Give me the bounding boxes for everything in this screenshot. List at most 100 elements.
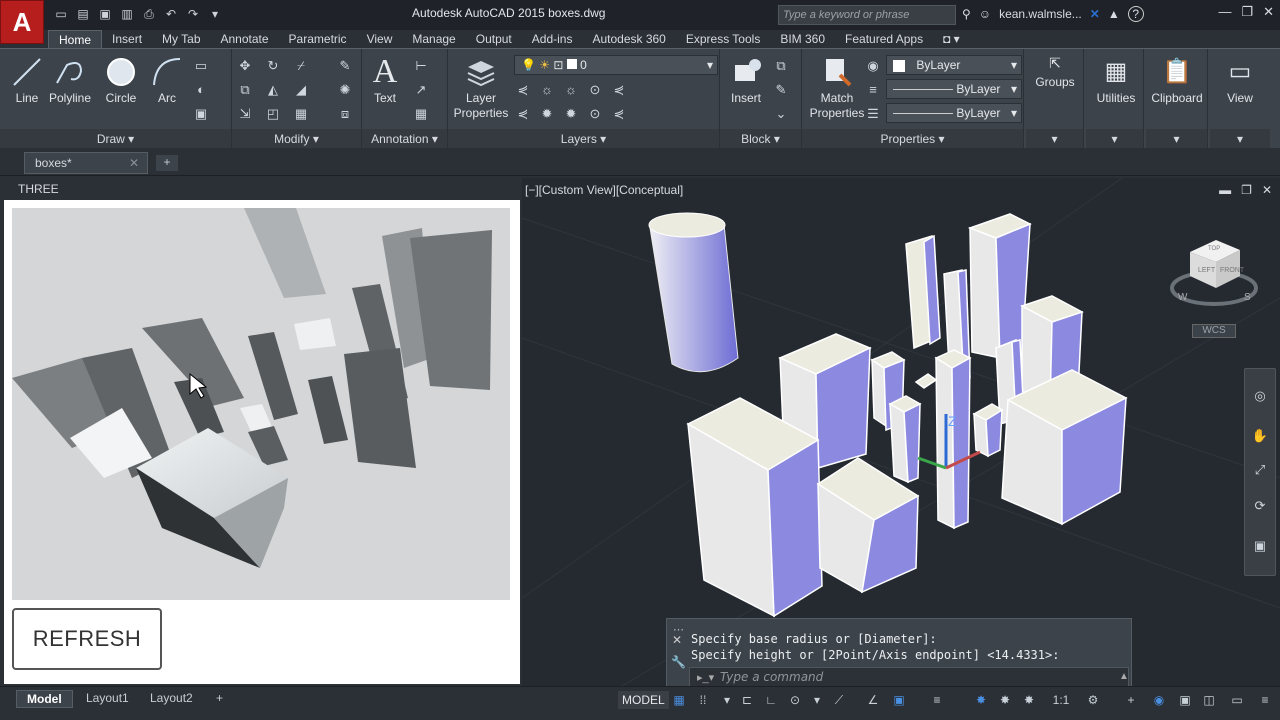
color-dropdown[interactable]: ByLayer ▾ <box>886 55 1022 75</box>
model-space-button[interactable]: MODEL <box>618 691 669 709</box>
drawing-viewport[interactable]: Z LEFT FRONT TOP W S [−][Custom View][Co… <box>522 178 1280 686</box>
match-properties-button[interactable]: Match Properties <box>806 55 868 121</box>
annotation-scale[interactable]: 1:1 <box>1046 691 1076 709</box>
tab-express-tools[interactable]: Express Tools <box>676 30 770 48</box>
mirror-icon[interactable]: ◭ <box>264 81 282 99</box>
close-icon[interactable]: ✕ <box>672 633 682 647</box>
isolate-objects-icon[interactable]: ◉ <box>1150 691 1168 709</box>
layers-panel-title[interactable]: Layers ▾ <box>448 129 719 149</box>
orbit-icon[interactable]: ⟳ <box>1251 497 1269 515</box>
circle-button[interactable]: Circle <box>102 55 140 105</box>
layer-thaw-icon[interactable]: ✹ <box>538 105 556 123</box>
box-solids[interactable] <box>686 213 1128 618</box>
groups-expand[interactable]: ▾ <box>1026 129 1083 149</box>
app-menu-button[interactable]: A <box>0 0 44 44</box>
tab-model[interactable]: Model <box>16 690 73 708</box>
polar-icon[interactable]: ⊙ <box>786 691 804 709</box>
hatch-icon[interactable]: ◐ <box>192 81 210 99</box>
scale-icon[interactable]: ◰ <box>264 105 282 123</box>
customize-menu-icon[interactable]: ≡ <box>1256 691 1274 709</box>
wcs-menu[interactable]: WCS <box>1192 324 1236 338</box>
pan-hand-icon[interactable]: ✋ <box>1251 427 1269 445</box>
save-as-icon[interactable]: ▥ <box>118 5 136 23</box>
modify-panel-title[interactable]: Modify ▾ <box>232 129 361 149</box>
tab-layout1[interactable]: Layout1 <box>76 690 139 708</box>
clipboard-button[interactable]: 📋 Clipboard <box>1148 55 1206 105</box>
tab-layout2[interactable]: Layout2 <box>140 690 203 708</box>
annotation-visibility-icon[interactable]: ✸ <box>972 691 990 709</box>
tab-insert[interactable]: Insert <box>102 30 152 48</box>
linetype-icon[interactable]: ☰ <box>864 105 882 123</box>
annotation-panel-title[interactable]: Annotation ▾ <box>362 129 447 149</box>
tab-output[interactable]: Output <box>466 30 522 48</box>
layer-walk-icon[interactable]: ⋞ <box>514 105 532 123</box>
cylinder-solid[interactable] <box>648 212 739 373</box>
layer-off-icon[interactable]: ☼ <box>562 81 580 99</box>
view-button[interactable]: ▭ View <box>1214 55 1266 105</box>
tab-bim-360[interactable]: BIM 360 <box>770 30 835 48</box>
refresh-button[interactable]: REFRESH <box>12 608 162 670</box>
draw-panel-title[interactable]: Draw ▾ <box>0 129 231 149</box>
close-icon[interactable]: ✕ <box>1262 183 1272 197</box>
polyline-button[interactable]: Polyline <box>48 55 92 105</box>
create-block-icon[interactable]: ⧉ <box>772 57 790 75</box>
snap-icon[interactable]: ⁞⁞ <box>694 691 712 709</box>
binoculars-icon[interactable]: ⚲ <box>962 7 971 21</box>
exchange-icon[interactable]: ✕ <box>1090 7 1100 21</box>
zoom-extents-icon[interactable]: ⤢ <box>1251 461 1269 479</box>
customize-dropdown-icon[interactable]: ▾ <box>206 5 224 23</box>
customize-wrench-icon[interactable]: 🔧 <box>671 655 686 669</box>
leader-icon[interactable]: ↗ <box>412 81 430 99</box>
tab-boxes-dwg[interactable]: boxes* ✕ <box>24 152 148 174</box>
utilities-expand[interactable]: ▾ <box>1086 129 1143 149</box>
explode-icon[interactable]: ✺ <box>336 81 354 99</box>
tab-autodesk-360[interactable]: Autodesk 360 <box>582 30 675 48</box>
copy-icon[interactable]: ⧉ <box>236 81 254 99</box>
insert-button[interactable]: Insert <box>724 55 768 105</box>
groups-button[interactable]: ⇱ Groups <box>1030 55 1080 89</box>
triangle-icon[interactable]: ▲ <box>1108 7 1120 21</box>
properties-panel-title[interactable]: Properties ▾ <box>802 129 1023 149</box>
autoscale-icon[interactable]: ✸ <box>996 691 1014 709</box>
utilities-button[interactable]: ▦ Utilities <box>1088 55 1144 105</box>
rectangle-icon[interactable]: ▭ <box>192 57 210 75</box>
ribbon-minimize-icon[interactable]: ◘ ▾ <box>933 30 970 48</box>
dynamic-ucs-icon[interactable]: ▣ <box>890 691 908 709</box>
text-button[interactable]: A Text <box>368 55 402 106</box>
otrack-icon[interactable]: ∠ <box>864 691 882 709</box>
arc-button[interactable]: Arc <box>150 55 184 105</box>
erase-icon[interactable]: ✎ <box>336 57 354 75</box>
dimension-icon[interactable]: ⊢ <box>412 57 430 75</box>
color-wheel-icon[interactable]: ◉ <box>864 57 882 75</box>
search-input[interactable]: Type a keyword or phrase <box>778 5 956 25</box>
viewport-label[interactable]: [−][Custom View][Conceptual] <box>525 183 683 197</box>
annotation-scale-icon[interactable]: ✸ <box>1020 691 1038 709</box>
tab-view[interactable]: View <box>357 30 403 48</box>
layer-freeze-icon[interactable]: ☼ <box>538 81 556 99</box>
new-tab-button[interactable]: + <box>156 155 178 171</box>
lineweight-icon[interactable]: ≡ <box>928 691 946 709</box>
close-icon[interactable]: ✕ <box>1263 4 1274 20</box>
tab-featured-apps[interactable]: Featured Apps <box>835 30 933 48</box>
layer-properties-button[interactable]: Layer Properties <box>452 55 510 121</box>
three-js-view[interactable] <box>12 208 510 600</box>
layer-isolate-icon[interactable]: ⋞ <box>610 81 628 99</box>
layer-lock-icon[interactable]: ⊙ <box>586 81 604 99</box>
trim-icon[interactable]: ⌿ <box>292 57 310 75</box>
clean-screen-icon[interactable]: ◫ <box>1200 691 1218 709</box>
edit-block-icon[interactable]: ✎ <box>772 81 790 99</box>
layer-dropdown[interactable]: 💡 ☀ ⊡ 0 ▾ <box>514 55 718 75</box>
lineweight-dropdown[interactable]: ByLayer ▾ <box>886 103 1022 123</box>
linetype-dropdown[interactable]: ByLayer ▾ <box>886 79 1022 99</box>
tab-my-tab[interactable]: My Tab <box>152 30 210 48</box>
help-icon[interactable]: ? <box>1127 6 1144 22</box>
tab-add-ins[interactable]: Add-ins <box>522 30 583 48</box>
open-folder-icon[interactable]: ▤ <box>74 5 92 23</box>
move-icon[interactable]: ✥ <box>236 57 254 75</box>
array-icon[interactable]: ▦ <box>292 105 310 123</box>
minimize-icon[interactable]: ▬ <box>1219 183 1231 197</box>
line-button[interactable]: Line <box>10 55 44 105</box>
showmotion-icon[interactable]: ▣ <box>1251 537 1269 555</box>
lineweight-icon[interactable]: ≡ <box>864 81 882 99</box>
layer-match-icon[interactable]: ⋞ <box>514 81 532 99</box>
